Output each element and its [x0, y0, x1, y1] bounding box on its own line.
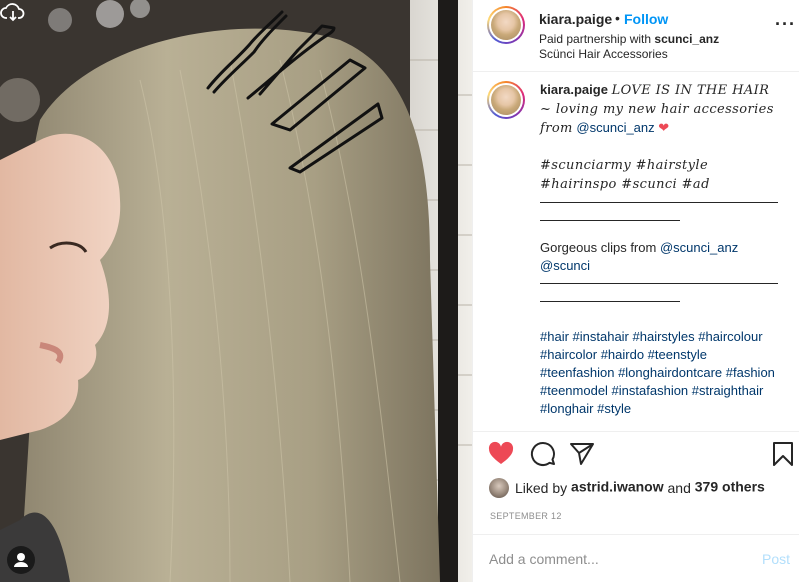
caption-hashtags-script[interactable]: #scunciarmy #hairstyle #hairinspo #scunc… [540, 158, 710, 192]
liker-username[interactable]: astrid.iwanow [571, 479, 664, 495]
follow-button[interactable]: Follow [624, 11, 668, 27]
action-bar [473, 440, 799, 472]
header-username[interactable]: kiara.paige [539, 11, 612, 27]
liker-avatar[interactable] [489, 478, 509, 498]
divider-line-2 [540, 275, 778, 284]
caption-avatar[interactable] [487, 81, 525, 119]
heart-icon[interactable] [487, 440, 515, 468]
likes-others-link[interactable]: 379 others [695, 479, 765, 495]
divider-line-short-2 [540, 293, 680, 302]
gorgeous-mention-1[interactable]: @scunci_anz [660, 240, 738, 255]
gorgeous-mention-2[interactable]: @scunci [540, 258, 590, 273]
post-date[interactable]: SEPTEMBER 12 [490, 511, 562, 521]
separator-dot: • [615, 10, 620, 26]
paid-partnership-label: Paid partnership with scunci_anz [539, 32, 719, 46]
comment-bar: Post [473, 534, 799, 582]
comment-input[interactable] [489, 551, 739, 567]
location-label[interactable]: Scünci Hair Accessories [539, 47, 668, 61]
caption-mention[interactable]: @scunci_anz [576, 120, 654, 135]
post-photo[interactable] [0, 0, 472, 582]
likes-middle: and [663, 480, 695, 496]
gorgeous-text: Gorgeous clips from [540, 240, 657, 255]
post-photo-illustration [0, 0, 472, 582]
bookmark-icon[interactable] [769, 440, 797, 468]
divider-line-short [540, 212, 680, 221]
caption-username[interactable]: kiara.paige [540, 82, 608, 97]
caption-hashtags[interactable]: #hair #instahair #hairstyles #haircolour… [540, 329, 775, 416]
comment-icon[interactable] [529, 440, 557, 468]
user-tag-icon[interactable] [7, 546, 35, 574]
post-header: kiara.paige • Follow Paid partnership wi… [473, 0, 799, 72]
avatar[interactable] [487, 6, 525, 44]
share-icon[interactable] [568, 440, 596, 468]
post-button[interactable]: Post [762, 551, 790, 567]
more-options-icon[interactable]: ··· [775, 14, 796, 35]
partner-link[interactable]: scunci_anz [654, 32, 719, 46]
heart-emoji: ❤ [658, 120, 670, 135]
likes-summary: Liked by astrid.iwanow and 379 others [489, 478, 765, 500]
caption-text: kiara.paige LOVE IS IN THE HAIR ~ loving… [540, 81, 780, 418]
cloud-download-icon[interactable] [0, 0, 26, 26]
post-side-panel: kiara.paige • Follow Paid partnership wi… [472, 0, 799, 582]
comments-area[interactable]: kiara.paige LOVE IS IN THE HAIR ~ loving… [473, 73, 799, 432]
likes-prefix: Liked by [515, 480, 572, 496]
paid-prefix: Paid partnership with [539, 32, 655, 46]
divider-line [540, 194, 778, 203]
